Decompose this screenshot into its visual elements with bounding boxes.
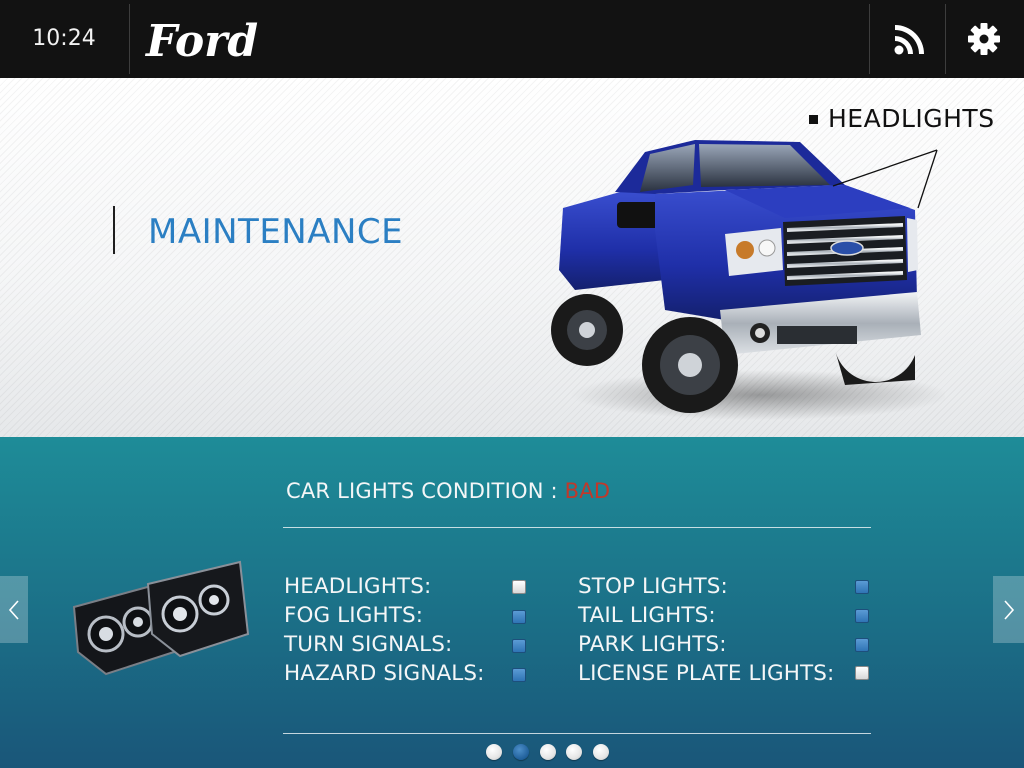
headlights-callout-label: HEADLIGHTS xyxy=(828,104,995,133)
callout-marker xyxy=(809,115,818,124)
divider xyxy=(129,4,130,74)
license-plate-lights-checkbox[interactable] xyxy=(855,666,869,680)
svg-text:Ford: Ford xyxy=(144,16,258,67)
prev-button[interactable] xyxy=(0,576,28,643)
headlamp-image xyxy=(72,560,250,676)
condition-status: CAR LIGHTS CONDITION : BAD xyxy=(286,479,610,503)
park-lights-label: PARK LIGHTS: xyxy=(578,632,727,657)
turn-signals-checkbox[interactable] xyxy=(512,639,526,653)
park-lights-checkbox[interactable] xyxy=(855,638,869,652)
page-title: MAINTENANCE xyxy=(148,212,404,252)
next-button[interactable] xyxy=(993,576,1024,643)
tail-lights-checkbox[interactable] xyxy=(855,609,869,623)
clock: 10:24 xyxy=(32,26,96,51)
hazard-signals-checkbox[interactable] xyxy=(512,668,526,682)
page-dot[interactable] xyxy=(540,744,556,760)
page-dot-active[interactable] xyxy=(513,744,529,760)
hazard-signals-label: HAZARD SIGNALS: xyxy=(284,661,485,686)
tail-lights-label: TAIL LIGHTS: xyxy=(578,603,716,628)
ford-logo: Ford xyxy=(144,16,258,67)
page-dot[interactable] xyxy=(566,744,582,760)
condition-label: CAR LIGHTS CONDITION : xyxy=(286,479,565,503)
hero-section: MAINTENANCE HEADLIGHTS xyxy=(0,78,1024,437)
condition-value: BAD xyxy=(564,479,611,503)
chevron-right-icon xyxy=(1003,599,1014,620)
rss-button[interactable] xyxy=(872,0,948,78)
top-bar: 10:24 Ford xyxy=(0,0,1024,78)
license-plate-lights-label: LICENSE PLATE LIGHTS: xyxy=(578,661,835,686)
pagination xyxy=(486,744,616,762)
rss-icon xyxy=(894,25,924,55)
turn-signals-label: TURN SIGNALS: xyxy=(284,632,453,657)
fog-lights-checkbox[interactable] xyxy=(512,610,526,624)
page-dot[interactable] xyxy=(593,744,609,760)
divider xyxy=(869,4,870,74)
divider xyxy=(283,733,871,734)
headlights-checkbox[interactable] xyxy=(512,580,526,594)
stop-lights-label: STOP LIGHTS: xyxy=(578,574,728,599)
truck-image xyxy=(551,140,945,420)
title-accent-bar xyxy=(113,206,115,254)
page-dot[interactable] xyxy=(486,744,502,760)
divider xyxy=(283,527,871,528)
lights-status-panel: CAR LIGHTS CONDITION : BAD HEADLIGHTS: F… xyxy=(0,437,1024,768)
chevron-left-icon xyxy=(8,599,19,620)
stop-lights-checkbox[interactable] xyxy=(855,580,869,594)
headlights-label: HEADLIGHTS: xyxy=(284,574,432,599)
gear-icon xyxy=(968,23,1000,55)
fog-lights-label: FOG LIGHTS: xyxy=(284,603,424,628)
settings-button[interactable] xyxy=(946,0,1022,78)
